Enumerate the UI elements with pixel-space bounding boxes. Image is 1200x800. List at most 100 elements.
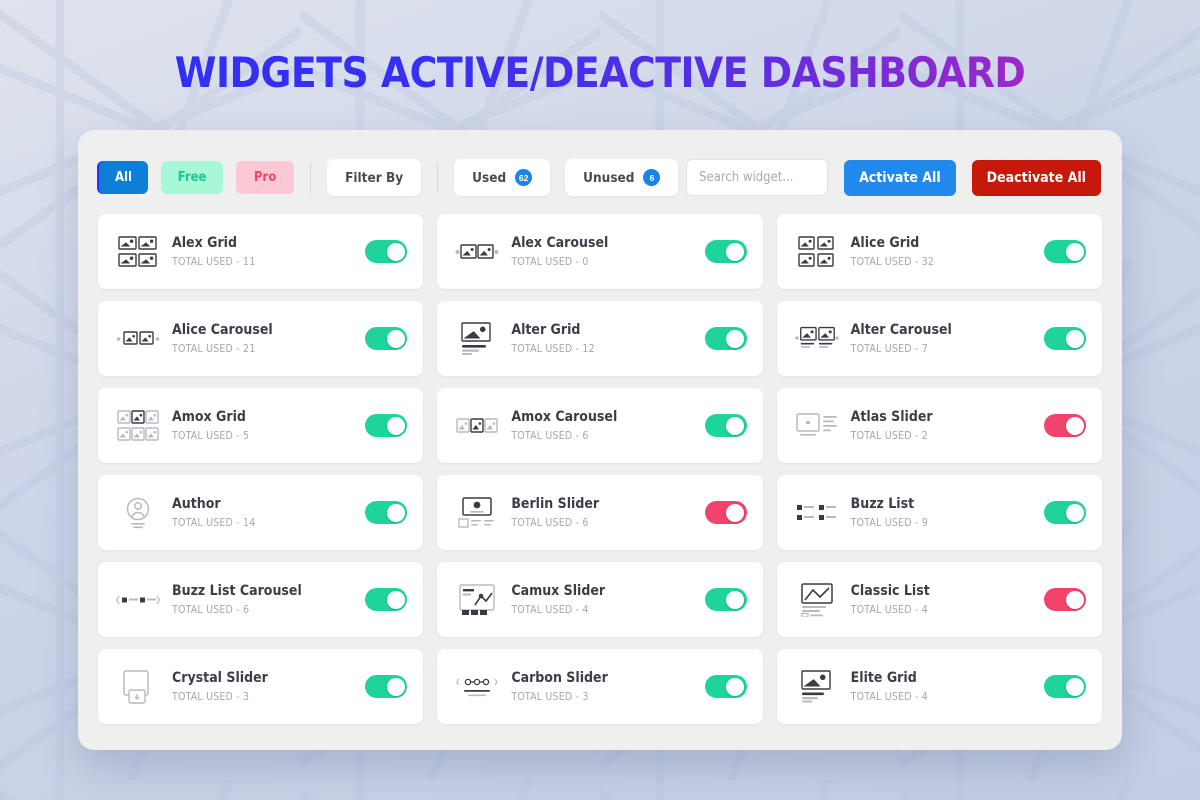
widget-toggle[interactable] xyxy=(1044,588,1086,611)
filter-pro-button[interactable]: Pro xyxy=(236,161,295,194)
widget-toggle[interactable] xyxy=(704,675,747,698)
widget-text: Buzz List Carousel TOTAL USED - 6 xyxy=(172,583,365,616)
widget-total-used: TOTAL USED - 21 xyxy=(172,342,256,355)
toolbar-divider-2 xyxy=(437,162,439,193)
widget-text: Alice Grid TOTAL USED - 32 xyxy=(851,235,1044,268)
monitor-slider-icon xyxy=(455,493,499,533)
widget-card: Crystal Slider TOTAL USED - 3 xyxy=(98,649,424,724)
widget-total-used: TOTAL USED - 7 xyxy=(850,342,928,355)
widget-total-used: TOTAL USED - 32 xyxy=(850,255,935,268)
widget-toggle[interactable] xyxy=(704,240,747,263)
widget-text: Berlin Slider TOTAL USED - 6 xyxy=(511,496,704,529)
used-count-badge: 62 xyxy=(515,169,533,186)
portrait-grid-2x2-icon xyxy=(795,232,839,272)
toggle-knob xyxy=(726,503,745,522)
activate-all-button[interactable]: Activate All xyxy=(844,159,956,196)
author-avatar-icon xyxy=(116,493,160,533)
widget-toggle[interactable] xyxy=(365,327,408,350)
filter-free-button[interactable]: Free xyxy=(161,161,224,194)
widget-total-used: TOTAL USED - 4 xyxy=(850,690,928,703)
widget-toggle[interactable] xyxy=(1044,675,1086,698)
widget-card: Alter Grid TOTAL USED - 12 xyxy=(437,301,763,376)
widget-total-used: TOTAL USED - 12 xyxy=(511,342,595,355)
widget-text: Alice Carousel TOTAL USED - 21 xyxy=(172,322,365,355)
widget-toggle[interactable] xyxy=(365,240,408,263)
widget-name: Alice Grid xyxy=(850,235,920,252)
widget-toggle[interactable] xyxy=(1044,414,1086,437)
widget-name: Crystal Slider xyxy=(172,670,268,687)
widget-toggle[interactable] xyxy=(365,414,408,437)
photo-lines-icon xyxy=(795,667,839,707)
toggle-knob xyxy=(386,590,405,609)
widget-name: Camux Slider xyxy=(511,583,606,600)
widget-text: Alter Grid TOTAL USED - 12 xyxy=(511,322,704,355)
widget-text: Camux Slider TOTAL USED - 4 xyxy=(511,583,704,616)
filter-by-dropdown[interactable]: Filter By xyxy=(327,159,422,196)
search-input[interactable] xyxy=(686,159,829,196)
widget-card: Camux Slider TOTAL USED - 4 xyxy=(437,562,763,637)
widget-toggle[interactable] xyxy=(704,327,747,350)
widget-total-used: TOTAL USED - 11 xyxy=(172,255,256,268)
chart-image-icon xyxy=(455,580,499,620)
widget-total-used: TOTAL USED - 9 xyxy=(850,516,928,529)
widget-card: Berlin Slider TOTAL USED - 6 xyxy=(437,475,763,550)
image-text-carousel-icon xyxy=(794,319,839,359)
widget-card: Amox Grid TOTAL USED - 5 xyxy=(98,388,424,463)
widget-total-used: TOTAL USED - 6 xyxy=(511,429,589,442)
widget-name: Alex Grid xyxy=(172,235,237,252)
document-panel-icon xyxy=(116,667,160,707)
widget-toggle[interactable] xyxy=(704,414,747,437)
widget-total-used: TOTAL USED - 6 xyxy=(172,603,250,616)
widget-name: Classic List xyxy=(850,583,930,600)
toggle-knob xyxy=(726,242,745,261)
widget-card: Alter Carousel TOTAL USED - 7 xyxy=(776,301,1102,376)
widget-card: Elite Grid TOTAL USED - 4 xyxy=(776,649,1102,724)
widget-name: Elite Grid xyxy=(850,670,917,687)
widget-name: Alter Carousel xyxy=(850,322,952,339)
portrait-carousel-icon xyxy=(116,319,160,359)
image-grid-2x2-icon xyxy=(116,232,160,272)
toggle-knob xyxy=(726,329,745,348)
filter-by-label: Filter By xyxy=(345,169,404,186)
unused-filter-chip[interactable]: Unused 6 xyxy=(565,159,679,196)
widget-text: Buzz List TOTAL USED - 9 xyxy=(851,496,1044,529)
widget-grid: Alex Grid TOTAL USED - 11 Alex Carousel … xyxy=(98,214,1102,724)
toggle-knob xyxy=(726,416,745,435)
widget-toggle[interactable] xyxy=(1044,501,1086,524)
widget-text: Crystal Slider TOTAL USED - 3 xyxy=(172,670,365,703)
widget-toggle[interactable] xyxy=(365,675,408,698)
toolbar: All Free Pro Filter By Used 62 Unused 6 … xyxy=(98,150,1102,205)
used-label: Used xyxy=(472,169,507,186)
widget-toggle[interactable] xyxy=(1044,327,1086,350)
widget-text: Classic List TOTAL USED - 4 xyxy=(851,583,1044,616)
widget-name: Amox Carousel xyxy=(511,409,618,426)
widget-total-used: TOTAL USED - 2 xyxy=(850,429,928,442)
filter-all-button[interactable]: All xyxy=(99,161,149,194)
widget-toggle[interactable] xyxy=(365,501,408,524)
widget-name: Alex Carousel xyxy=(511,235,609,252)
widget-toggle[interactable] xyxy=(704,588,747,611)
unused-count-badge: 6 xyxy=(643,169,661,186)
deactivate-all-button[interactable]: Deactivate All xyxy=(971,159,1101,196)
widget-total-used: TOTAL USED - 0 xyxy=(511,255,589,268)
toggle-knob xyxy=(1065,416,1084,435)
toggle-knob xyxy=(386,329,405,348)
toggle-knob xyxy=(1065,329,1084,348)
widget-toggle[interactable] xyxy=(704,501,747,524)
widget-toggle[interactable] xyxy=(1044,240,1086,263)
widget-text: Elite Grid TOTAL USED - 4 xyxy=(851,670,1044,703)
widget-name: Author xyxy=(172,496,221,513)
widget-name: Alter Grid xyxy=(511,322,581,339)
toggle-knob xyxy=(726,590,745,609)
widget-total-used: TOTAL USED - 3 xyxy=(511,690,589,703)
widget-toggle[interactable] xyxy=(365,588,408,611)
widget-total-used: TOTAL USED - 14 xyxy=(172,516,256,529)
unused-label: Unused xyxy=(583,169,635,186)
toggle-knob xyxy=(726,677,745,696)
card-grid-2x3-icon xyxy=(116,406,160,446)
toggle-knob xyxy=(1065,503,1084,522)
used-filter-chip[interactable]: Used 62 xyxy=(454,159,551,196)
widget-total-used: TOTAL USED - 4 xyxy=(511,603,589,616)
widget-card: Atlas Slider TOTAL USED - 2 xyxy=(776,388,1102,463)
widget-text: Alex Carousel TOTAL USED - 0 xyxy=(511,235,704,268)
